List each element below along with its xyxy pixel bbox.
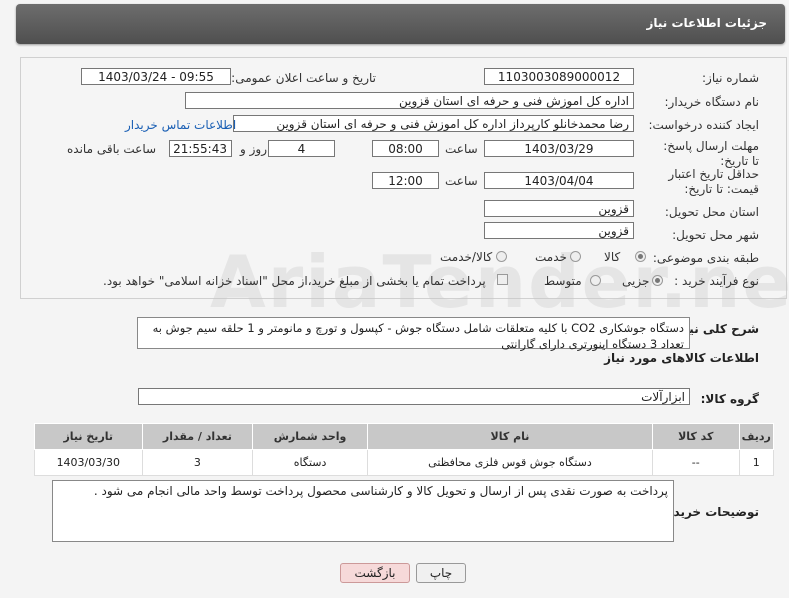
category-option-goods-service: کالا/خدمت [440, 250, 493, 264]
category-option-service: خدمت [535, 250, 567, 264]
col-unit: واحد شمارش [252, 423, 368, 450]
announce-field: 1403/03/24 - 09:55 [81, 68, 231, 85]
days-field: 4 [268, 140, 335, 157]
remaining-label: ساعت باقی مانده [67, 142, 157, 156]
city-label: شهر محل تحویل: [672, 228, 759, 242]
days-label: روز و [240, 142, 267, 156]
buyer-label: نام دستگاه خریدار: [664, 95, 760, 109]
category-radio-goods[interactable] [635, 251, 646, 262]
need-number-field: 1103003089000012 [484, 68, 634, 85]
deadline-label: مهلت ارسال پاسخ: تا تاریخ: [663, 139, 759, 168]
validity-time-label: ساعت [445, 174, 478, 188]
col-name: نام کالا [366, 423, 653, 450]
category-option-goods: کالا [604, 250, 621, 264]
buyer-notes-textarea: پرداخت به صورت نقدی پس از ارسال و تحویل … [52, 480, 674, 542]
col-qty: تعداد / مقدار [141, 423, 254, 450]
province-label: استان محل تحویل: [664, 205, 759, 219]
deadline-time-field: 08:00 [372, 140, 439, 157]
print-button[interactable]: چاپ [416, 563, 466, 583]
validity-label: حداقل تاریخ اعتبار قیمت: تا تاریخ: [668, 167, 759, 196]
table-row: 1 -- دستگاه جوش قوس فلزی محافظتی دستگاه … [34, 449, 775, 476]
validity-time-field: 12:00 [372, 172, 439, 189]
category-label: طبقه بندی موضوعی: [652, 251, 759, 265]
city-field: قزوین [484, 222, 634, 239]
validity-date-field: 1403/04/04 [484, 172, 634, 189]
remaining-time-field: 21:55:43 [169, 140, 232, 157]
goods-table: ردیف کد کالا نام کالا واحد شمارش تعداد /… [34, 423, 775, 476]
cell-row: 1 [738, 449, 775, 476]
deadline-date-field: 1403/03/29 [484, 140, 634, 157]
creator-label: ایجاد کننده درخواست: [648, 118, 759, 132]
cell-qty: 3 [141, 449, 254, 476]
province-field: قزوین [484, 200, 634, 217]
back-button[interactable]: بازگشت [340, 563, 410, 583]
page-title: جزئیات اطلاعات نیاز [646, 16, 767, 30]
creator-field: رضا محمدخانلو کارپرداز اداره کل اموزش فن… [233, 115, 634, 132]
process-radio-medium[interactable] [590, 275, 601, 286]
buyer-field: اداره کل اموزش فنی و حرفه ای استان قزوین [185, 92, 634, 109]
treasury-payment-checkbox[interactable] [497, 274, 508, 285]
treasury-payment-note: پرداخت تمام یا بخشی از مبلغ خرید،از محل … [103, 274, 486, 288]
cell-date: 1403/03/30 [34, 449, 143, 476]
category-radio-goods-service[interactable] [496, 251, 507, 262]
cell-name: دستگاه جوش قوس فلزی محافظتی [366, 449, 653, 476]
process-label: نوع فرآیند خرید : [674, 274, 759, 288]
goods-section-title: اطلاعات کالاهای مورد نیاز [604, 351, 759, 365]
category-radio-service[interactable] [570, 251, 581, 262]
col-date: تاریخ نیاز [34, 423, 143, 450]
cell-unit: دستگاه [252, 449, 368, 476]
col-code: کد کالا [651, 423, 740, 450]
announce-label: تاریخ و ساعت اعلان عمومی: [231, 71, 376, 85]
cell-code: -- [651, 449, 740, 476]
page-header: جزئیات اطلاعات نیاز [16, 4, 785, 44]
need-number-label: شماره نیاز: [702, 71, 759, 85]
goods-group-label: گروه کالا: [700, 392, 759, 406]
col-row: ردیف [738, 423, 775, 450]
process-radio-minor[interactable] [652, 275, 663, 286]
deadline-time-label: ساعت [445, 142, 478, 156]
goods-group-field: ابزارآلات [138, 388, 690, 405]
contact-buyer-link[interactable]: اطلاعات تماس خریدار [125, 118, 236, 132]
process-option-minor: جزیی [622, 274, 650, 288]
process-option-medium: متوسط [544, 274, 582, 288]
goods-table-header: ردیف کد کالا نام کالا واحد شمارش تعداد /… [34, 423, 775, 450]
description-textarea: دستگاه جوشکاری CO2 با کلیه متعلقات شامل … [137, 317, 690, 351]
